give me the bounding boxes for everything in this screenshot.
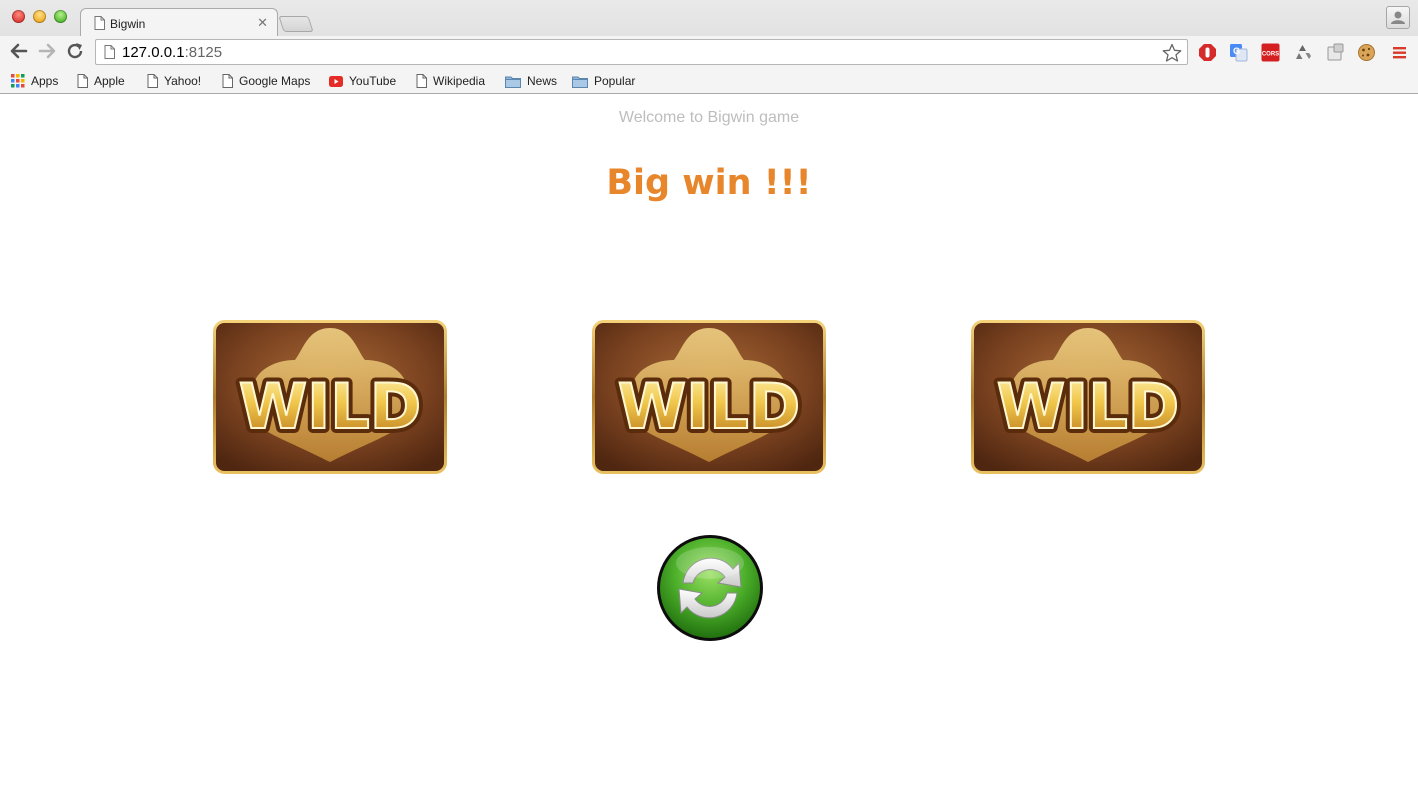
adblock-icon[interactable] xyxy=(1198,43,1217,62)
bookmark-yahoo[interactable]: Yahoo! xyxy=(147,73,201,89)
page-icon xyxy=(94,16,105,30)
bookmark-label: YouTube xyxy=(349,74,397,88)
back-arrow-icon[interactable] xyxy=(8,40,30,62)
bookmark-star-icon[interactable] xyxy=(1161,42,1183,64)
bookmark-folder-popular[interactable]: Popular xyxy=(572,73,635,89)
reel-3-wild-symbol: WILD WILD xyxy=(971,320,1205,474)
bookmark-label: Yahoo! xyxy=(164,74,202,88)
bookmark-apple[interactable]: Apple xyxy=(77,73,125,89)
cors-label: CORS xyxy=(1262,52,1279,58)
bookmark-folder-news[interactable]: News xyxy=(505,73,557,89)
person-icon xyxy=(1391,11,1405,24)
url-port: :8125 xyxy=(184,44,223,61)
bookmark-label: Wikipedia xyxy=(433,74,486,88)
recycle-icon[interactable] xyxy=(1293,43,1312,62)
browser-toolbar: 127.0.0.1:8125 G CORS xyxy=(0,36,1418,68)
close-window-button[interactable] xyxy=(12,10,25,23)
url-text: 127.0.0.1:8125 xyxy=(122,44,222,61)
tab-close-icon[interactable]: ✕ xyxy=(257,15,268,31)
win-headline: Big win !!! xyxy=(606,163,812,203)
url-host: 127.0.0.1 xyxy=(122,44,185,61)
bookmark-label: Popular xyxy=(594,74,636,88)
extension-icon[interactable] xyxy=(1326,43,1345,62)
tab-title: Bigwin xyxy=(110,17,146,31)
reel-symbol-text: WILD xyxy=(618,370,800,443)
page-icon xyxy=(147,74,158,88)
cors-icon[interactable]: CORS xyxy=(1261,43,1280,62)
folder-icon xyxy=(572,76,588,88)
bookmark-label: Google Maps xyxy=(239,74,311,88)
page-icon xyxy=(416,74,427,88)
svg-text:G: G xyxy=(1233,46,1240,56)
forward-arrow-icon[interactable] xyxy=(36,40,58,62)
apps-grid-icon xyxy=(11,74,25,88)
bookmark-google-maps[interactable]: Google Maps xyxy=(222,73,310,89)
youtube-icon xyxy=(329,75,343,87)
tab-strip: Bigwin ✕ xyxy=(0,0,1418,37)
bookmark-label: News xyxy=(527,74,558,88)
minimize-window-button[interactable] xyxy=(33,10,46,23)
reel-2-wild-symbol: WILD WILD xyxy=(592,320,826,474)
bookmarks-bar: Apps Apple Yahoo! Google Maps YouTube Wi… xyxy=(0,68,1418,93)
bookmark-apps[interactable]: Apps xyxy=(11,73,58,89)
page-icon xyxy=(77,74,88,88)
tab-bigwin[interactable]: Bigwin ✕ xyxy=(80,8,278,37)
reel-1-wild-symbol: WILD WILD xyxy=(213,320,447,474)
page-icon xyxy=(222,74,233,88)
cookie-icon[interactable] xyxy=(1357,43,1376,62)
bookmark-wikipedia[interactable]: Wikipedia xyxy=(416,73,485,89)
folder-icon xyxy=(505,76,521,88)
menu-icon[interactable] xyxy=(1390,43,1409,62)
page-content: Welcome to Bigwin game Big win !!! WILD … xyxy=(1,95,1417,809)
reel-symbol-text: WILD xyxy=(239,370,421,443)
address-bar[interactable]: 127.0.0.1:8125 xyxy=(95,39,1188,65)
profile-button[interactable] xyxy=(1386,6,1410,29)
browser-window-chrome: Bigwin ✕ 127.0.0.1:8125 G CORS Apps Appl… xyxy=(0,0,1418,94)
reel-symbol-text: WILD xyxy=(997,370,1179,443)
reload-icon[interactable] xyxy=(64,40,86,62)
bookmark-label: Apps xyxy=(31,74,59,88)
page-info-icon[interactable] xyxy=(104,45,115,59)
spin-refresh-button[interactable] xyxy=(655,533,765,643)
bookmark-youtube[interactable]: YouTube xyxy=(329,73,396,89)
translate-icon[interactable]: G xyxy=(1229,43,1248,62)
new-tab-button[interactable] xyxy=(278,16,314,32)
maximize-window-button[interactable] xyxy=(54,10,67,23)
welcome-text: Welcome to Bigwin game xyxy=(618,109,800,126)
bookmark-label: Apple xyxy=(94,74,125,88)
